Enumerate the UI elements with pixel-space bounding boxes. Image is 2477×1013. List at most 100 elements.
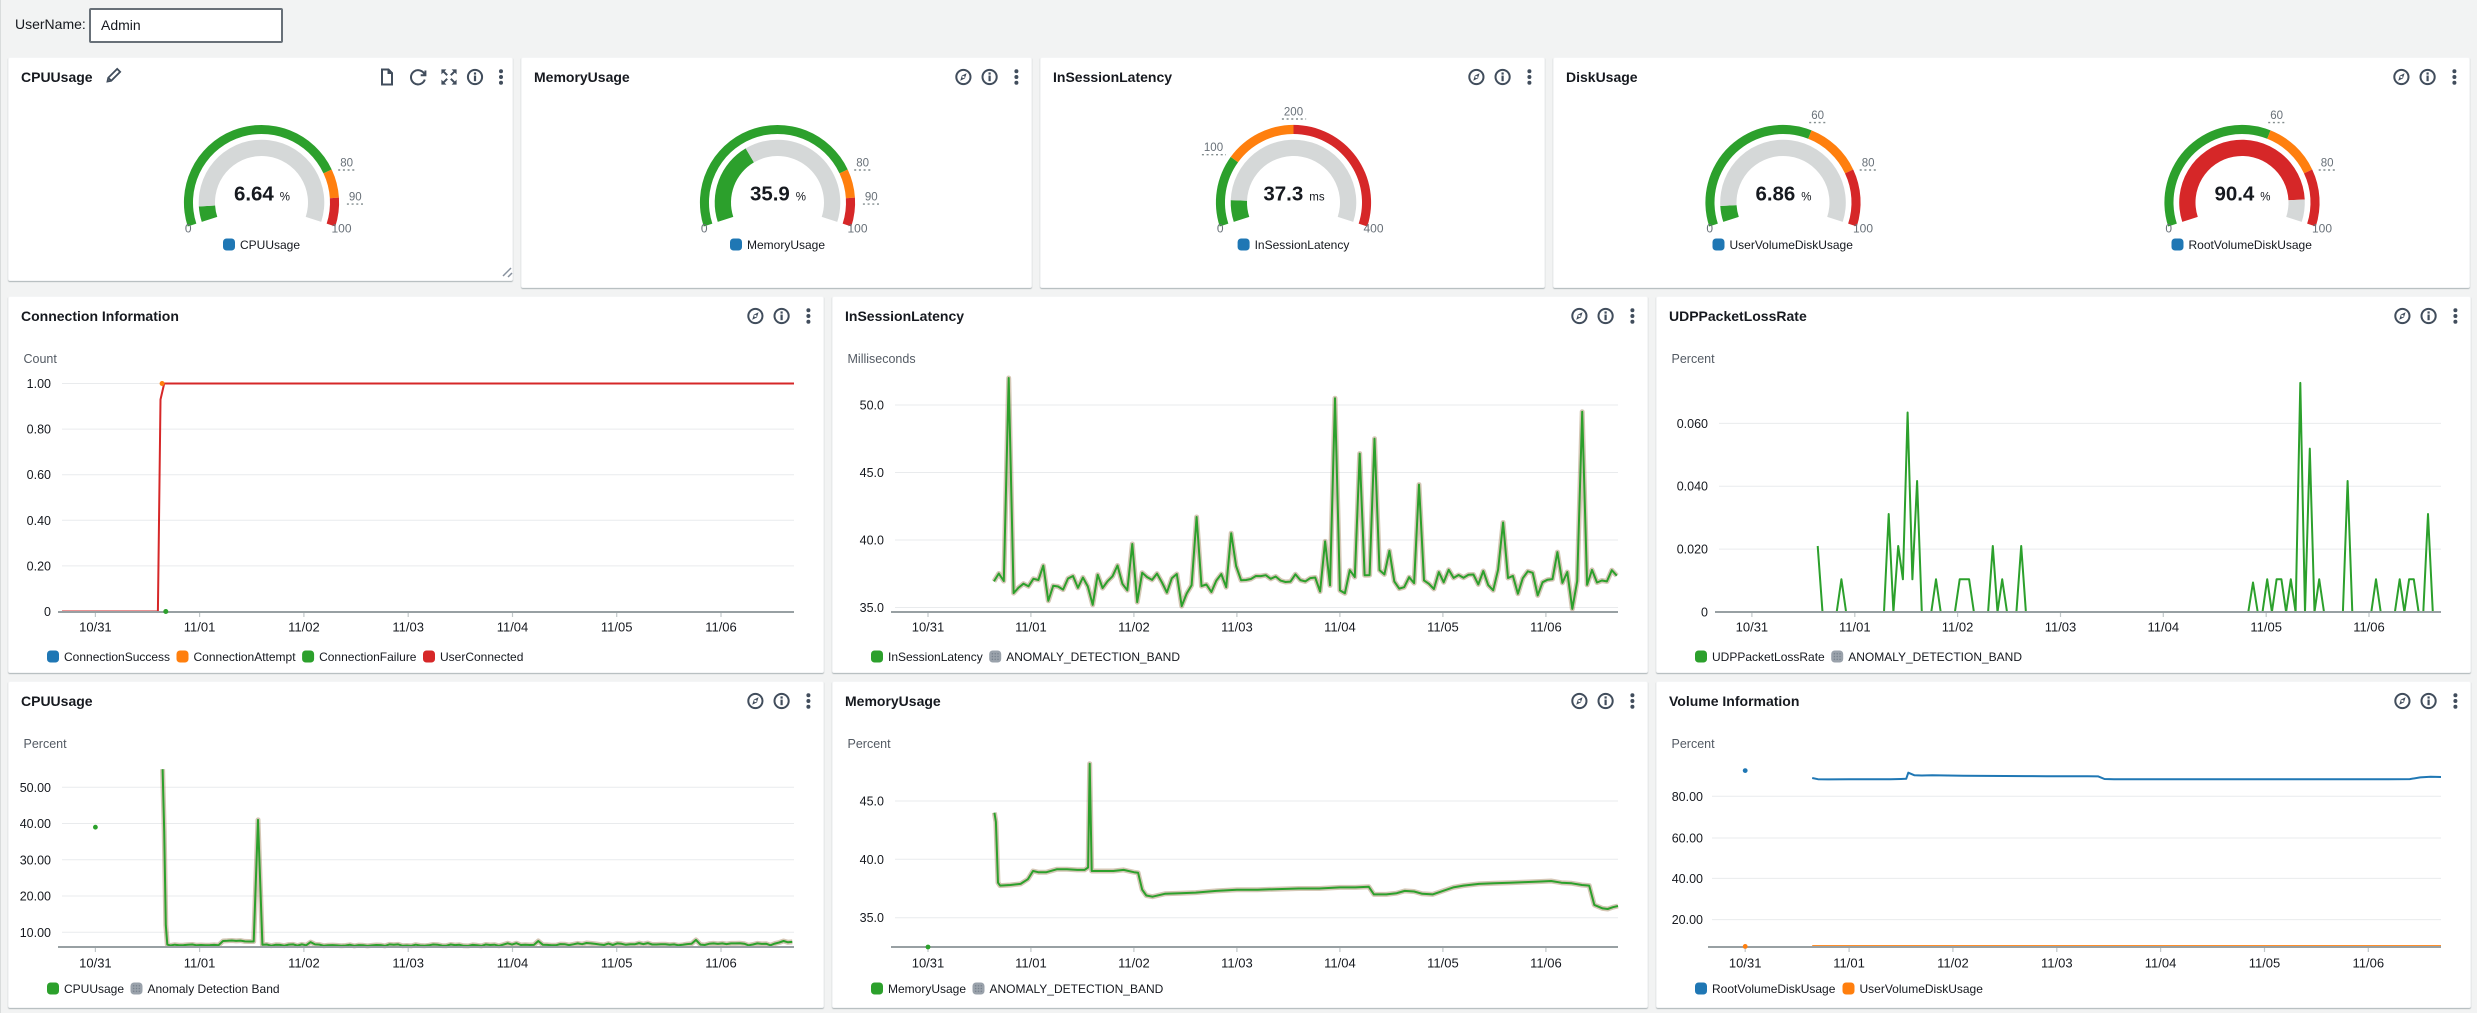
svg-text:11/05: 11/05: [1427, 956, 1459, 971]
svg-text:InSessionLatency: InSessionLatency: [888, 650, 983, 664]
svg-text:11/05: 11/05: [601, 956, 633, 971]
svg-text:%: %: [280, 192, 290, 204]
svg-text:80: 80: [340, 158, 353, 170]
svg-text:0.020: 0.020: [1677, 543, 1708, 557]
svg-text:11/05: 11/05: [2249, 956, 2281, 971]
svg-text:30.00: 30.00: [20, 853, 51, 867]
svg-text:ANOMALY_DETECTION_BAND: ANOMALY_DETECTION_BAND: [990, 982, 1164, 996]
svg-text:11/02: 11/02: [1118, 620, 1150, 635]
svg-text:RootVolumeDiskUsage: RootVolumeDiskUsage: [1712, 982, 1836, 996]
svg-text:11/01: 11/01: [1839, 620, 1871, 635]
svg-text:10/31: 10/31: [79, 620, 112, 635]
svg-text:0.20: 0.20: [27, 559, 51, 573]
svg-text:11/02: 11/02: [1937, 956, 1969, 971]
svg-text:10.00: 10.00: [20, 926, 51, 940]
svg-text:11/04: 11/04: [497, 956, 529, 971]
svg-text:45.0: 45.0: [860, 795, 884, 809]
svg-text:60: 60: [1811, 110, 1824, 122]
svg-text:UDPPacketLossRate: UDPPacketLossRate: [1712, 650, 1825, 664]
svg-text:60: 60: [2270, 110, 2283, 122]
svg-text:11/06: 11/06: [2353, 956, 2385, 971]
svg-text:Percent: Percent: [24, 737, 68, 751]
svg-text:11/01: 11/01: [184, 620, 216, 635]
svg-text:MemoryUsage: MemoryUsage: [747, 238, 825, 252]
svg-text:0.060: 0.060: [1677, 417, 1708, 431]
svg-text:1.00: 1.00: [27, 377, 51, 391]
svg-text:0: 0: [44, 605, 51, 619]
svg-text:90: 90: [865, 192, 878, 204]
svg-text:11/01: 11/01: [184, 956, 216, 971]
svg-text:11/06: 11/06: [705, 956, 737, 971]
svg-text:80: 80: [2321, 158, 2334, 170]
svg-text:ANOMALY_DETECTION_BAND: ANOMALY_DETECTION_BAND: [1848, 650, 2022, 664]
svg-text:100: 100: [2312, 222, 2332, 236]
svg-text:CPUUsage: CPUUsage: [64, 982, 124, 996]
svg-text:%: %: [2260, 192, 2270, 204]
svg-text:40.00: 40.00: [20, 817, 51, 831]
svg-text:50.0: 50.0: [860, 399, 884, 413]
svg-text:ConnectionFailure: ConnectionFailure: [319, 650, 417, 664]
svg-text:200: 200: [1284, 107, 1303, 119]
svg-text:10/31: 10/31: [79, 956, 112, 971]
svg-text:Percent: Percent: [1672, 737, 1716, 751]
svg-text:50.00: 50.00: [20, 781, 51, 795]
svg-text:0: 0: [2165, 222, 2172, 236]
svg-text:10/31: 10/31: [912, 956, 945, 971]
svg-text:0.040: 0.040: [1677, 480, 1708, 494]
svg-text:35.9: 35.9: [750, 183, 790, 206]
svg-text:11/02: 11/02: [288, 620, 320, 635]
svg-text:0: 0: [701, 222, 708, 236]
svg-text:11/06: 11/06: [1530, 620, 1562, 635]
svg-text:100: 100: [848, 222, 868, 236]
svg-text:10/31: 10/31: [1736, 620, 1769, 635]
svg-text:40.0: 40.0: [860, 853, 884, 867]
svg-text:11/04: 11/04: [2145, 956, 2177, 971]
svg-text:11/04: 11/04: [497, 620, 529, 635]
svg-text:11/05: 11/05: [1427, 620, 1459, 635]
svg-text:0: 0: [185, 222, 192, 236]
svg-text:%: %: [1801, 192, 1811, 204]
svg-text:UserConnected: UserConnected: [440, 650, 523, 664]
svg-text:11/03: 11/03: [392, 620, 424, 635]
svg-text:UserVolumeDiskUsage: UserVolumeDiskUsage: [1860, 982, 1984, 996]
svg-text:0.60: 0.60: [27, 468, 51, 482]
svg-text:100: 100: [1853, 222, 1873, 236]
svg-text:11/01: 11/01: [1833, 956, 1865, 971]
svg-text:11/04: 11/04: [1324, 956, 1356, 971]
svg-text:11/01: 11/01: [1015, 956, 1047, 971]
svg-text:0: 0: [1706, 222, 1713, 236]
svg-text:90: 90: [349, 192, 362, 204]
svg-text:400: 400: [1364, 222, 1384, 236]
svg-text:11/02: 11/02: [288, 956, 320, 971]
svg-text:80.00: 80.00: [1672, 790, 1703, 804]
svg-text:6.86: 6.86: [1755, 183, 1795, 206]
svg-text:Anomaly Detection Band: Anomaly Detection Band: [148, 982, 280, 996]
svg-text:35.0: 35.0: [860, 911, 884, 925]
svg-text:ConnectionAttempt: ConnectionAttempt: [194, 650, 297, 664]
svg-text:11/02: 11/02: [1942, 620, 1974, 635]
svg-text:35.0: 35.0: [860, 601, 884, 615]
svg-text:11/06: 11/06: [1530, 956, 1562, 971]
svg-text:11/04: 11/04: [2148, 620, 2180, 635]
svg-text:InSessionLatency: InSessionLatency: [1255, 238, 1350, 252]
svg-text:%: %: [796, 192, 806, 204]
svg-text:Count: Count: [24, 352, 58, 366]
svg-text:0: 0: [1701, 606, 1708, 620]
svg-text:0.80: 0.80: [27, 423, 51, 437]
svg-text:20.00: 20.00: [1672, 913, 1703, 927]
svg-text:RootVolumeDiskUsage: RootVolumeDiskUsage: [2189, 238, 2313, 252]
svg-text:11/06: 11/06: [2353, 620, 2385, 635]
svg-text:ms: ms: [1309, 192, 1325, 204]
svg-text:11/01: 11/01: [1015, 620, 1047, 635]
svg-text:90.4: 90.4: [2214, 183, 2254, 206]
svg-text:0.40: 0.40: [27, 514, 51, 528]
svg-text:100: 100: [332, 222, 352, 236]
svg-text:CPUUsage: CPUUsage: [240, 238, 300, 252]
svg-text:11/04: 11/04: [1324, 620, 1356, 635]
svg-text:100: 100: [1204, 142, 1223, 154]
svg-text:ANOMALY_DETECTION_BAND: ANOMALY_DETECTION_BAND: [1006, 650, 1180, 664]
svg-text:UserVolumeDiskUsage: UserVolumeDiskUsage: [1730, 238, 1854, 252]
svg-text:60.00: 60.00: [1672, 832, 1703, 846]
svg-text:MemoryUsage: MemoryUsage: [888, 982, 966, 996]
svg-text:80: 80: [1862, 158, 1875, 170]
